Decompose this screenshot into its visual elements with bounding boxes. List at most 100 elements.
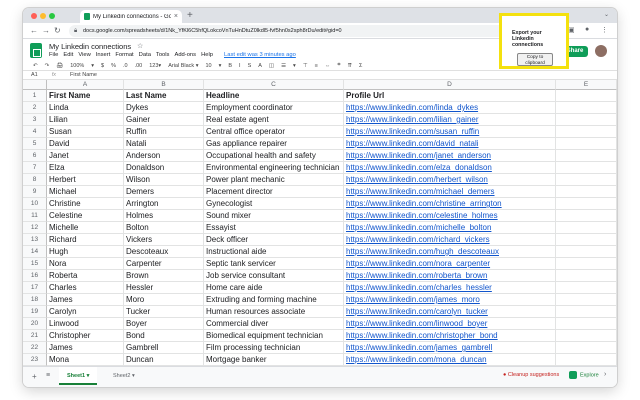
cell-headline[interactable]: Human resources associate	[204, 306, 344, 318]
toolbar-item-20[interactable]: ⊤	[303, 63, 308, 69]
explore-button[interactable]: Explore	[569, 371, 599, 379]
cell-first[interactable]: Michael	[47, 186, 124, 198]
menu-item-data[interactable]: Data	[139, 52, 151, 58]
cell-last[interactable]: Duncan	[124, 354, 204, 366]
cell-last[interactable]: Wilson	[124, 174, 204, 186]
cell-first[interactable]: Susan	[47, 126, 124, 138]
row-number[interactable]: 14	[23, 246, 47, 258]
menu-item-tools[interactable]: Tools	[156, 52, 170, 58]
row-number[interactable]: 15	[23, 258, 47, 270]
cell-empty[interactable]	[556, 162, 617, 174]
cell-url[interactable]: https://www.linkedin.com/janet_anderson	[344, 150, 556, 162]
cell-empty[interactable]	[556, 138, 617, 150]
cell-last[interactable]: Natali	[124, 138, 204, 150]
toolbar-item-16[interactable]: A	[258, 63, 262, 69]
toolbar-item-2[interactable]: 🖨	[56, 63, 63, 69]
back-icon[interactable]: ←	[30, 26, 38, 35]
menu-item-insert[interactable]: Insert	[96, 52, 111, 58]
row-number[interactable]: 13	[23, 234, 47, 246]
cell-last[interactable]: Boyer	[124, 318, 204, 330]
cell-empty[interactable]	[556, 150, 617, 162]
cell-first[interactable]: Christine	[47, 198, 124, 210]
forward-icon[interactable]: →	[42, 26, 50, 35]
cell-last[interactable]: Demers	[124, 186, 204, 198]
tab-close-icon[interactable]: ×	[174, 13, 178, 20]
row-number[interactable]: 18	[23, 294, 47, 306]
cell-last[interactable]: Descoteaux	[124, 246, 204, 258]
row-number[interactable]: 16	[23, 270, 47, 282]
cell-headline[interactable]: Employment coordinator	[204, 102, 344, 114]
toolbar-item-11[interactable]: 10	[205, 63, 211, 69]
row-number[interactable]: 2	[23, 102, 47, 114]
cell-url[interactable]: https://www.linkedin.com/mona_duncan	[344, 354, 556, 366]
row-number[interactable]: 8	[23, 174, 47, 186]
cell-url[interactable]: https://www.linkedin.com/linwood_boyer	[344, 318, 556, 330]
row-number[interactable]: 23	[23, 354, 47, 366]
cell-empty[interactable]	[556, 330, 617, 342]
cell-url[interactable]: https://www.linkedin.com/james_gambrell	[344, 342, 556, 354]
cell-url[interactable]: https://www.linkedin.com/linda_dykes	[344, 102, 556, 114]
cell-headline[interactable]: Gynecologist	[204, 198, 344, 210]
menu-item-addons[interactable]: Add-ons	[174, 52, 196, 58]
cell-first[interactable]: Charles	[47, 282, 124, 294]
cell-empty[interactable]	[556, 306, 617, 318]
cell-first[interactable]: Lilian	[47, 114, 124, 126]
cell-headline[interactable]: Septic tank servicer	[204, 258, 344, 270]
cell-url[interactable]: https://www.linkedin.com/carolyn_tucker	[344, 306, 556, 318]
cell-first[interactable]: Carolyn	[47, 306, 124, 318]
cell-last[interactable]: Tucker	[124, 306, 204, 318]
cell-last[interactable]: Vickers	[124, 234, 204, 246]
cell-first[interactable]: Roberta	[47, 270, 124, 282]
menu-item-help[interactable]: Help	[201, 52, 213, 58]
star-icon[interactable]: ☆	[137, 42, 143, 50]
column-header-a[interactable]: A	[47, 80, 124, 90]
toolbar-item-7[interactable]: .0	[123, 63, 128, 69]
minimize-window-button[interactable]	[40, 13, 46, 19]
cell-first[interactable]: Hugh	[47, 246, 124, 258]
cell-headline[interactable]: Home care aide	[204, 282, 344, 294]
cell-empty[interactable]	[556, 210, 617, 222]
cell-last[interactable]: Bolton	[124, 222, 204, 234]
toolbar-item-14[interactable]: I	[239, 63, 241, 69]
sheets-logo-icon[interactable]	[30, 43, 42, 58]
cell-headline[interactable]: Extruding and forming machine	[204, 294, 344, 306]
cell-headline[interactable]: Biomedical equipment technician	[204, 330, 344, 342]
cell-headline[interactable]: Occupational health and safety	[204, 150, 344, 162]
add-sheet-button[interactable]: +	[32, 372, 37, 381]
row-number[interactable]: 1	[23, 90, 47, 102]
close-window-button[interactable]	[31, 13, 37, 19]
tab-search-icon[interactable]: ⌄	[604, 11, 609, 18]
cell-url[interactable]: https://www.linkedin.com/charles_hessler	[344, 282, 556, 294]
cell-url[interactable]: https://www.linkedin.com/roberta_brown	[344, 270, 556, 282]
cell-last[interactable]: Anderson	[124, 150, 204, 162]
row-number[interactable]: 5	[23, 138, 47, 150]
column-header-e[interactable]: E	[556, 80, 617, 90]
side-panel-toggle-icon[interactable]: ›	[604, 371, 606, 378]
cell-url[interactable]: https://www.linkedin.com/nora_carpenter	[344, 258, 556, 270]
cell-headline[interactable]: Environmental engineering technician	[204, 162, 344, 174]
menu-item-format[interactable]: Format	[115, 52, 133, 58]
cell-empty[interactable]	[556, 222, 617, 234]
copy-to-clipboard-button[interactable]: Copy to clipboard	[517, 53, 553, 66]
cell-empty[interactable]	[556, 282, 617, 294]
row-number[interactable]: 6	[23, 150, 47, 162]
toolbar-item-21[interactable]: ≡	[315, 63, 318, 69]
row-number[interactable]: 11	[23, 210, 47, 222]
cell-first[interactable]: Linda	[47, 102, 124, 114]
cell-first[interactable]: Elza	[47, 162, 124, 174]
menu-item-view[interactable]: View	[78, 52, 90, 58]
toolbar-item-17[interactable]: ◫	[269, 63, 274, 69]
last-edit-link[interactable]: Last edit was 3 minutes ago	[224, 52, 296, 58]
cell-empty[interactable]	[556, 342, 617, 354]
row-number[interactable]: 19	[23, 306, 47, 318]
toolbar-item-6[interactable]: %	[111, 63, 116, 69]
cell-empty[interactable]	[556, 114, 617, 126]
cell-headline[interactable]: Commercial diver	[204, 318, 344, 330]
row-number[interactable]: 4	[23, 126, 47, 138]
cell-last[interactable]: Brown	[124, 270, 204, 282]
cell-headline[interactable]: Instructional aide	[204, 246, 344, 258]
cell-first[interactable]: David	[47, 138, 124, 150]
all-sheets-button[interactable]: ≡	[46, 372, 50, 379]
cell-empty[interactable]	[556, 294, 617, 306]
cell-empty[interactable]	[556, 270, 617, 282]
